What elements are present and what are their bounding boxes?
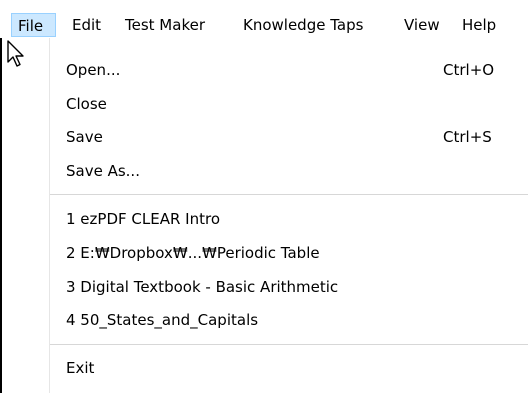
menu-bar: File Edit Test Maker Knowledge Taps View… [0, 0, 528, 38]
menu-item-recent-3[interactable]: 3 Digital Textbook - Basic Arithmetic [2, 270, 528, 304]
arrow-pointer-icon [7, 40, 24, 67]
menu-item-save-as[interactable]: Save As... [2, 154, 528, 188]
menu-test-maker-label: Test Maker [125, 16, 205, 34]
menu-file[interactable]: File [11, 13, 56, 37]
menu-item-save-label: Save [66, 128, 103, 146]
menu-item-save-as-label: Save As... [66, 162, 140, 180]
menu-file-label: File [18, 17, 44, 35]
menu-knowledge-taps[interactable]: Knowledge Taps [243, 13, 363, 37]
menu-item-save[interactable]: Save Ctrl+S [2, 120, 528, 154]
menu-item-recent-3-label: 3 Digital Textbook - Basic Arithmetic [66, 278, 339, 296]
menu-item-recent-1[interactable]: 1 ezPDF CLEAR Intro [2, 202, 528, 236]
menu-item-open-shortcut: Ctrl+O [443, 61, 495, 79]
menu-help[interactable]: Help [462, 13, 496, 37]
menu-item-recent-4-label: 4 50_States_and_Capitals [66, 311, 259, 329]
menu-view-label: View [404, 16, 440, 34]
menu-test-maker[interactable]: Test Maker [125, 13, 205, 37]
menu-separator [50, 194, 528, 195]
menu-separator [50, 344, 528, 345]
menu-knowledge-taps-label: Knowledge Taps [243, 16, 364, 34]
menu-item-recent-4[interactable]: 4 50_States_and_Capitals [2, 303, 528, 337]
menu-item-save-shortcut: Ctrl+S [443, 128, 492, 146]
menu-item-close[interactable]: Close [2, 87, 528, 121]
menu-item-exit[interactable]: Exit [2, 351, 528, 385]
menu-item-close-label: Close [66, 95, 107, 113]
menu-item-recent-2[interactable]: 2 E:₩Dropbox₩...₩Periodic Table [2, 236, 528, 270]
menu-item-recent-2-label: 2 E:₩Dropbox₩...₩Periodic Table [66, 244, 320, 262]
menu-edit-label: Edit [72, 16, 102, 34]
menu-view[interactable]: View [404, 13, 440, 37]
file-menu-dropdown: Open... Ctrl+O Close Save Ctrl+S Save As… [0, 38, 528, 393]
menu-item-open[interactable]: Open... Ctrl+O [2, 53, 528, 87]
menu-item-open-label: Open... [66, 61, 121, 79]
menu-item-recent-1-label: 1 ezPDF CLEAR Intro [66, 210, 220, 228]
menu-help-label: Help [462, 16, 497, 34]
menu-edit[interactable]: Edit [72, 13, 101, 37]
menu-item-exit-label: Exit [66, 359, 95, 377]
